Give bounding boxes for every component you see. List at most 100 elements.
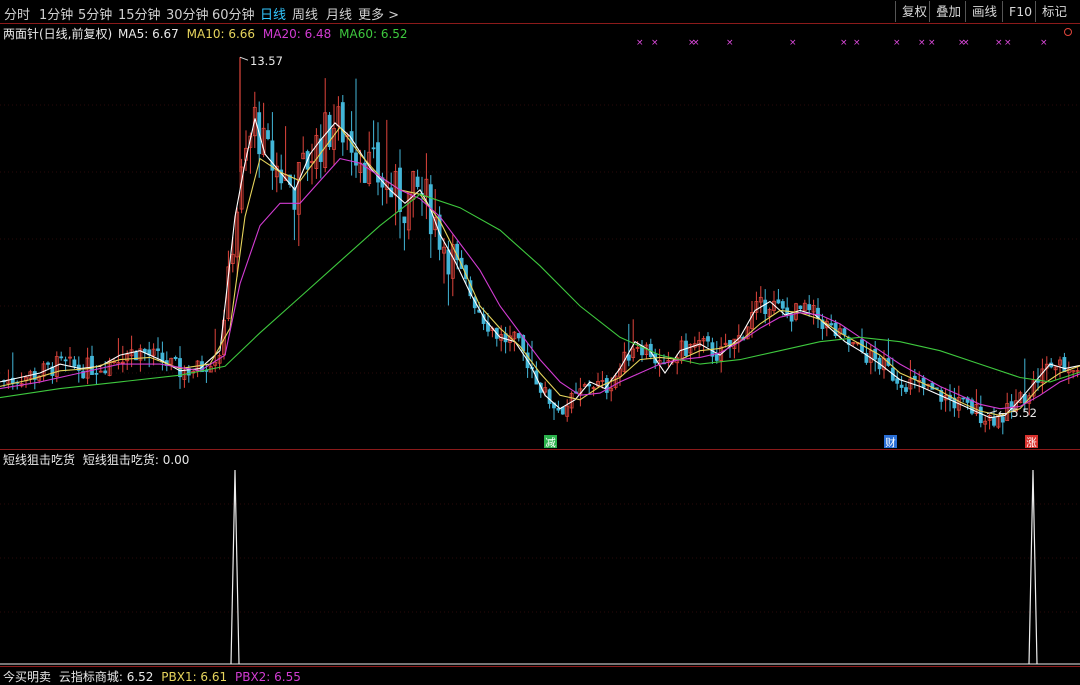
candle xyxy=(666,351,671,367)
candle xyxy=(895,370,900,390)
candle xyxy=(63,356,68,372)
candle xyxy=(961,397,966,403)
candle xyxy=(59,351,64,361)
candle xyxy=(631,319,636,362)
candle xyxy=(648,338,653,360)
signal-x-marker: × xyxy=(893,38,901,48)
candle xyxy=(802,299,807,312)
candle xyxy=(1066,361,1071,385)
event-marker-label-1: 财 xyxy=(885,436,896,449)
ma10-line xyxy=(0,126,1080,416)
candle xyxy=(68,346,72,367)
candle xyxy=(706,332,710,347)
candle xyxy=(424,153,429,220)
sub-spike xyxy=(230,469,240,665)
candle xyxy=(1040,358,1045,394)
high-pointer xyxy=(239,56,249,61)
candle xyxy=(270,112,275,190)
candle xyxy=(442,237,446,284)
candle xyxy=(758,286,763,313)
candle xyxy=(292,174,297,241)
candle xyxy=(1031,370,1036,401)
candle xyxy=(28,369,33,385)
candle xyxy=(948,384,952,412)
low-price-label: ← 5.52 xyxy=(998,406,1037,420)
candle xyxy=(582,382,587,387)
candle xyxy=(772,290,776,314)
candle xyxy=(340,95,345,156)
candle xyxy=(411,170,416,218)
candle xyxy=(860,328,864,354)
candle xyxy=(296,162,301,247)
kline-chart[interactable]: 13.57← 5.52× × ×× × × × × × × × ×× × × ×减财涨 xyxy=(0,0,1080,685)
sub-spike xyxy=(1028,469,1038,665)
candle xyxy=(301,136,306,160)
signal-x-marker: × xyxy=(918,38,926,48)
candle xyxy=(904,383,908,394)
candle xyxy=(376,122,380,196)
ma20-line xyxy=(0,157,1080,410)
candle xyxy=(983,416,988,433)
candle xyxy=(94,365,99,385)
signal-x-marker: × xyxy=(789,38,797,48)
candle xyxy=(824,318,829,337)
candle xyxy=(754,291,759,320)
candle xyxy=(1049,358,1054,369)
candle xyxy=(789,313,794,332)
candle xyxy=(415,169,420,190)
candle xyxy=(398,149,402,239)
candle xyxy=(899,375,904,396)
signal-x-marker: × xyxy=(636,38,644,48)
candle xyxy=(626,323,631,367)
candle xyxy=(987,414,992,430)
high-price-label: 13.57 xyxy=(250,54,283,68)
candle xyxy=(728,339,732,358)
candle xyxy=(384,119,389,204)
signal-x-marker: × xyxy=(1040,38,1048,48)
signal-x-marker: × xyxy=(995,38,1003,48)
candle xyxy=(151,343,156,366)
signal-x-marker: × xyxy=(1004,38,1012,48)
candle xyxy=(336,96,341,141)
candle xyxy=(169,357,174,371)
candle xyxy=(644,342,649,360)
candle xyxy=(129,335,134,368)
candle xyxy=(367,131,372,187)
candle xyxy=(516,332,521,342)
candle xyxy=(943,387,948,412)
candle xyxy=(873,341,878,372)
corner-circle-icon xyxy=(1064,28,1072,36)
candle xyxy=(173,355,178,361)
candle xyxy=(305,149,310,182)
candle xyxy=(530,340,534,379)
candle xyxy=(864,341,869,365)
candle xyxy=(494,327,499,347)
candle xyxy=(274,152,279,193)
candle xyxy=(160,341,165,371)
candle xyxy=(191,369,196,379)
candle xyxy=(156,337,160,362)
event-marker-label-2: 涨 xyxy=(1026,437,1037,449)
candle xyxy=(763,289,768,324)
candle xyxy=(164,351,169,372)
candle xyxy=(323,78,328,173)
candle xyxy=(820,313,825,340)
candle xyxy=(402,216,407,251)
candle xyxy=(890,357,895,382)
candle xyxy=(213,328,218,373)
candle xyxy=(816,298,820,328)
candle xyxy=(85,347,90,385)
candle xyxy=(314,128,319,179)
candle xyxy=(503,326,508,354)
candle xyxy=(142,347,147,361)
candle xyxy=(428,175,433,258)
signal-x-marker: × xyxy=(962,38,970,48)
signal-x-marker: × xyxy=(928,38,936,48)
candle xyxy=(565,399,570,422)
candle xyxy=(552,402,556,420)
candle xyxy=(640,340,644,362)
candle xyxy=(684,333,688,358)
candle xyxy=(811,299,816,325)
signal-x-marker: × xyxy=(651,38,659,48)
candle xyxy=(266,123,270,141)
